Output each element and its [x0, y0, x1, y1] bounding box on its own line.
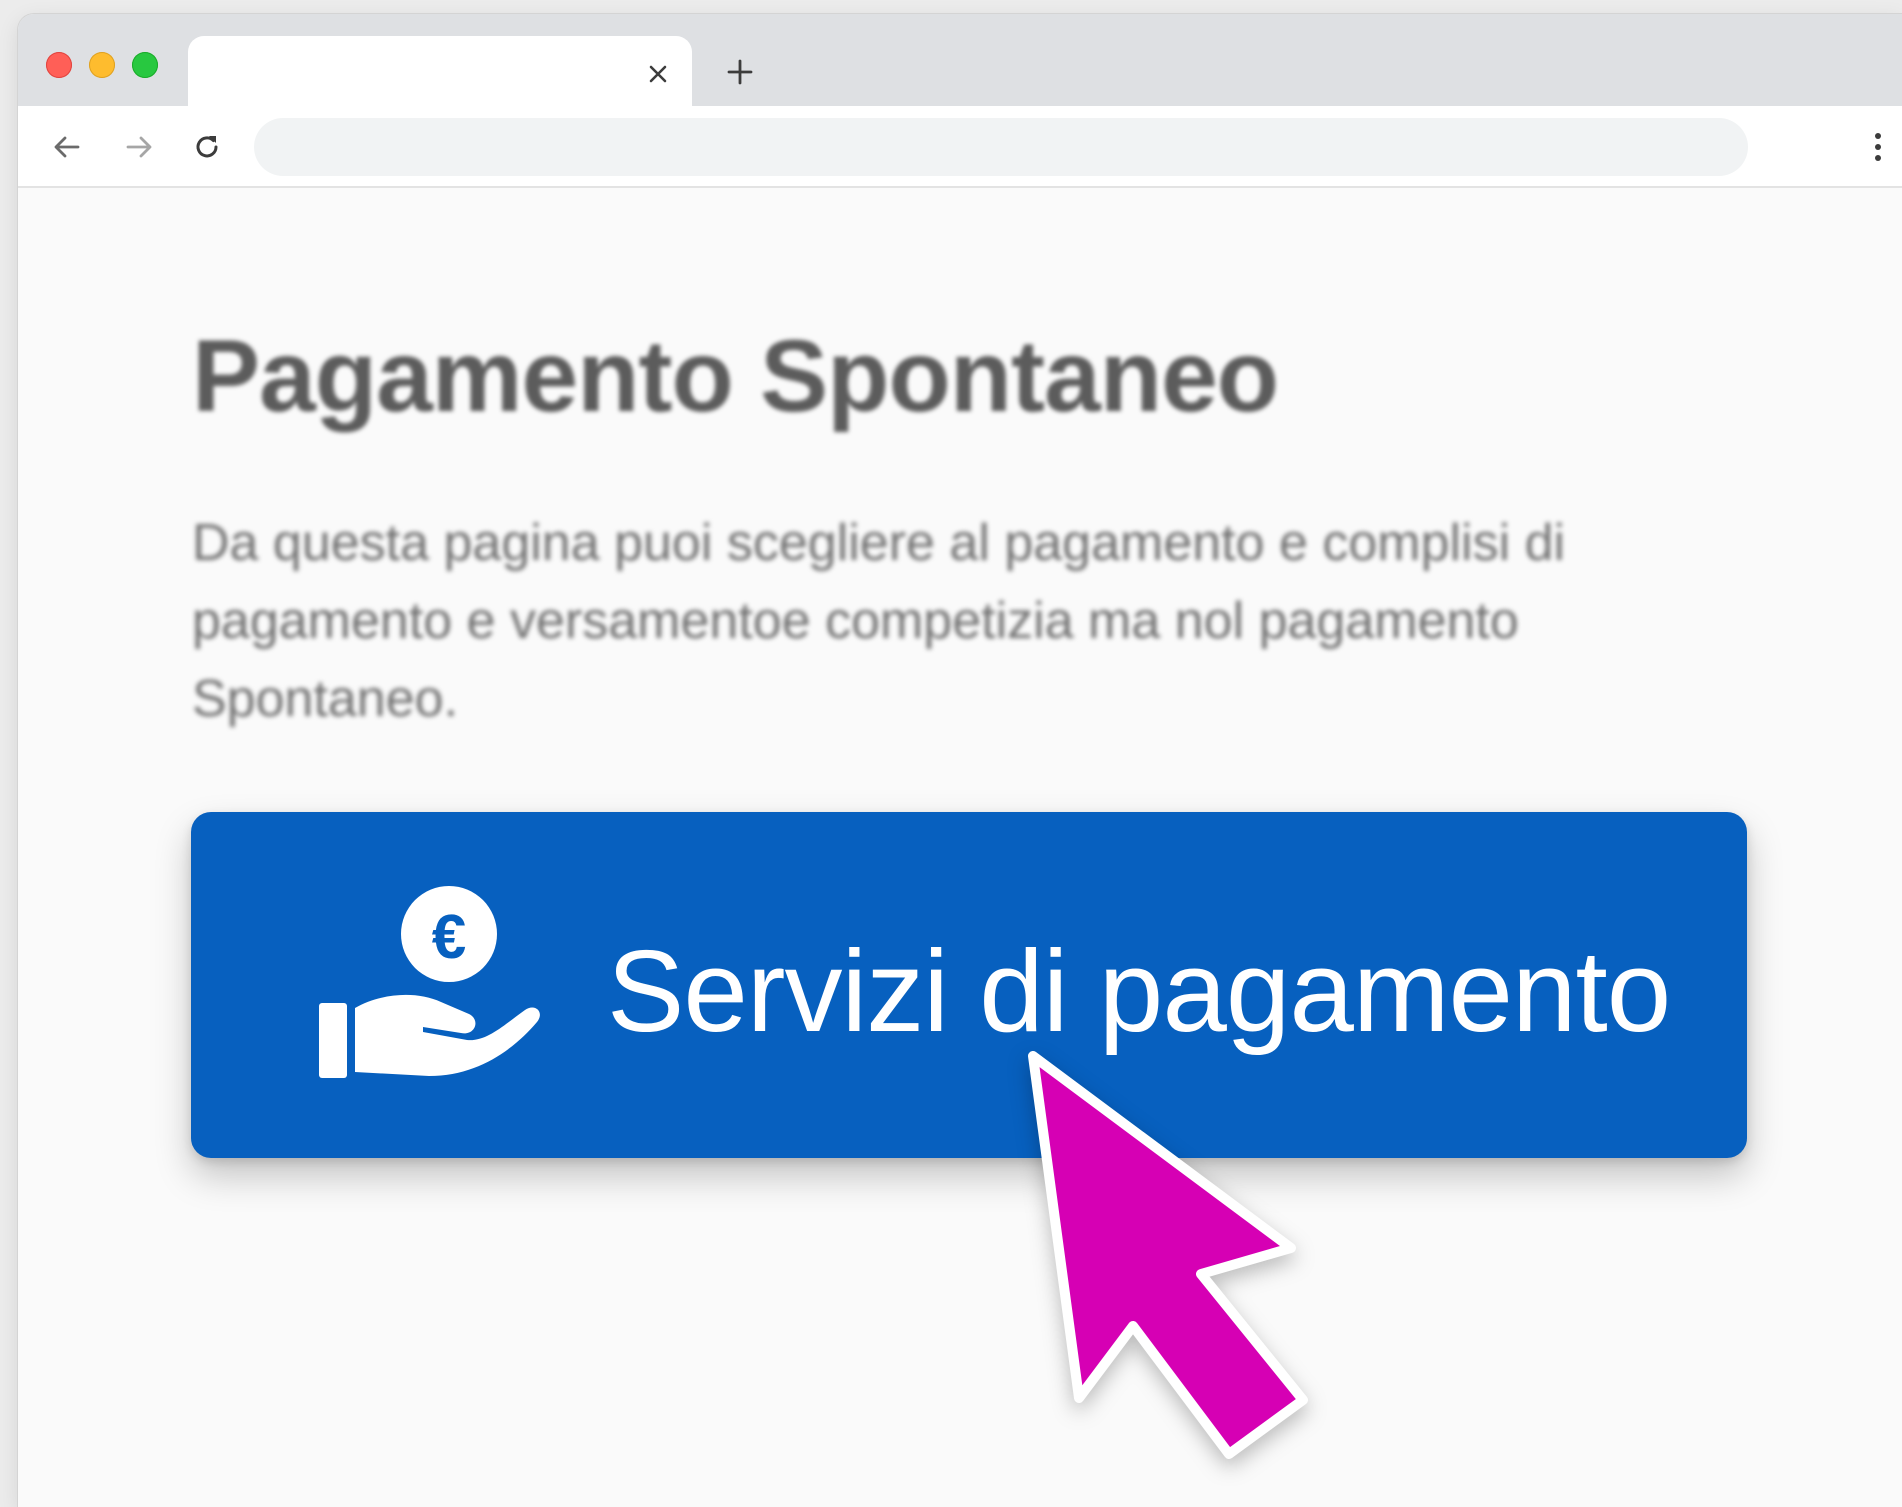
minimize-window-button[interactable]	[89, 52, 115, 78]
arrow-left-icon[interactable]	[44, 124, 90, 170]
page-description: Da questa pagina puoi scegliere al pagam…	[192, 514, 1566, 728]
close-window-button[interactable]	[46, 52, 72, 78]
svg-text:€: €	[432, 903, 466, 972]
browser-toolbar	[18, 106, 1902, 188]
euro-hand-icon: €	[319, 886, 541, 1086]
page-content: Pagamento Spontaneo Da questa pagina puo…	[18, 188, 1902, 1507]
maximize-window-button[interactable]	[132, 52, 158, 78]
arrow-right-icon[interactable]	[116, 124, 162, 170]
plus-icon[interactable]	[718, 50, 762, 94]
kebab-menu-icon[interactable]	[1858, 124, 1898, 170]
reload-icon[interactable]	[184, 124, 230, 170]
browser-window: Pagamento Spontaneo Da questa pagina puo…	[18, 14, 1902, 1507]
close-icon[interactable]	[638, 54, 678, 94]
address-bar[interactable]	[254, 118, 1748, 176]
browser-tab[interactable]	[188, 36, 692, 110]
page-title: Pagamento Spontaneo	[192, 319, 1279, 433]
payment-services-button[interactable]: € Servizi di pagamento	[191, 812, 1747, 1158]
payment-services-label: Servizi di pagamento	[607, 926, 1671, 1056]
tab-strip	[18, 14, 1902, 110]
